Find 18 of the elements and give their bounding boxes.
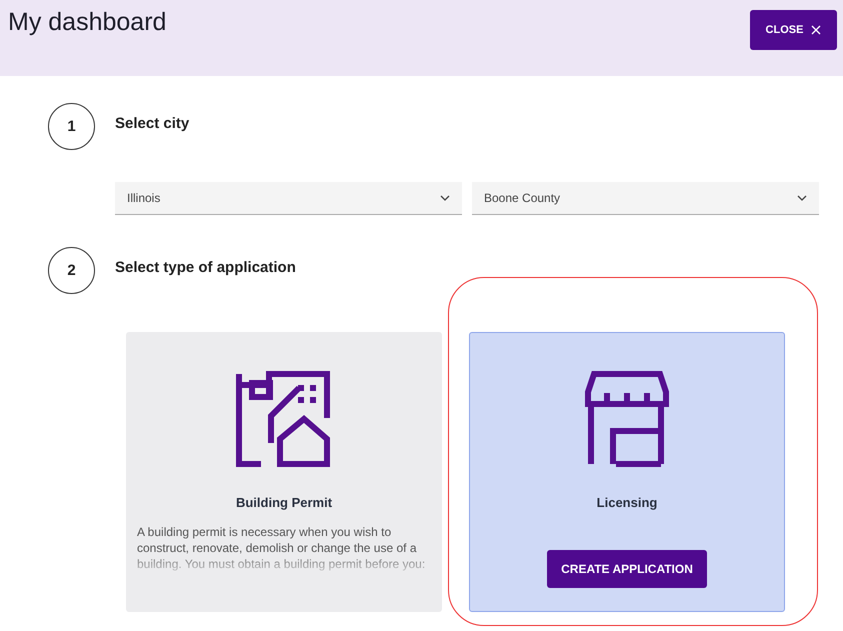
card-title: Building Permit	[236, 495, 332, 510]
chevron-down-icon	[797, 195, 807, 201]
select-dropdown[interactable]: Boone County	[472, 182, 819, 214]
buildings-icon	[236, 371, 332, 467]
card-description: A building permit is necessary when you wish to construct, renovate, demolish or change the use of a building. You must obtain a building permit before you:	[136, 524, 426, 572]
application-card[interactable]: Building Permit A building permit is necessary when you wish to construct, renovate, demolish or change the use of a building. You must obtain a building permit before you:	[126, 332, 442, 612]
close-button[interactable]: CLOSE	[750, 10, 837, 50]
step-number: 2	[48, 247, 95, 294]
card-title: Licensing	[596, 495, 658, 510]
step-title: Select type of application	[115, 259, 296, 276]
create-application-button[interactable]: CREATE APPLICATION	[547, 550, 707, 588]
step-number: 1	[48, 103, 95, 150]
page-title: My dashboard	[8, 8, 166, 37]
select-dropdown[interactable]: Illinois	[115, 182, 462, 214]
step-title: Select city	[115, 115, 190, 132]
application-card[interactable]: Licensing CREATE APPLICATION	[469, 332, 785, 612]
close-icon	[811, 25, 822, 35]
chevron-down-icon	[440, 195, 450, 201]
